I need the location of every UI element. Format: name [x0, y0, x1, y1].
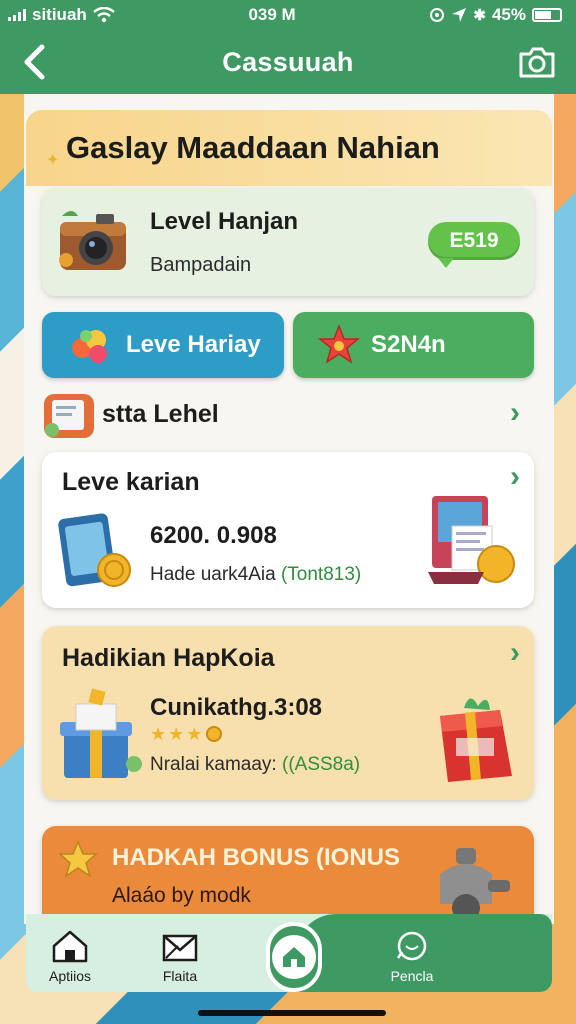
bluetooth-icon: ✱	[473, 7, 486, 24]
gift-cluster-icon	[72, 330, 107, 363]
status-time: 039 M	[248, 5, 296, 24]
back-button[interactable]	[14, 40, 54, 84]
mail-icon	[162, 934, 198, 962]
document-illustration-icon	[44, 394, 94, 438]
chevron-left-icon	[24, 44, 45, 80]
headline-title: Gaslay Maaddaan Nahian	[66, 130, 440, 165]
star-icon: ★	[150, 724, 167, 744]
rating-stars: ★ ★ ★	[150, 724, 223, 745]
stta-lehel-row[interactable]: stta Lehel ›	[42, 390, 534, 440]
tab-flaita-label: Flaita	[162, 968, 198, 984]
tab-home[interactable]	[266, 922, 322, 992]
level-subtitle: Bampadain	[150, 254, 252, 276]
leve-hariay-label: Leve Hariay	[126, 331, 261, 358]
hadikian-title: Hadikian HapKoia	[62, 644, 275, 672]
chevron-right-icon: ›	[510, 636, 520, 669]
tab-aptiios[interactable]: Aptiios	[30, 928, 110, 988]
bonus-title: HADKAH BONUS (IONUS	[112, 844, 400, 871]
star-icon	[58, 840, 98, 878]
signal-icon	[8, 9, 26, 21]
star-icon: ★	[168, 724, 185, 744]
carrier-label: sitiuah	[32, 5, 87, 24]
navigation-bar: Cassuuah	[0, 30, 576, 94]
hadikian-note: Nralai kamaay: ((ASS8a)	[150, 754, 360, 776]
star-icon: ★	[186, 724, 203, 744]
wifi-icon	[93, 7, 115, 23]
red-gift-icon	[440, 698, 512, 782]
battery-percent: 45%	[491, 5, 526, 24]
location-icon	[430, 8, 445, 22]
hadikian-note-text: Nralai kamaay:	[150, 754, 282, 775]
level-card[interactable]: Level Hanjan Bampadain E519	[42, 188, 534, 296]
tab-flaita[interactable]: Flaita	[140, 928, 220, 988]
leve-hariay-button[interactable]: Leve Hariay	[42, 312, 284, 378]
tab-pencla[interactable]: Pencla	[372, 928, 452, 988]
camera-illustration-icon	[59, 211, 126, 270]
battery-icon	[532, 8, 562, 22]
leve-karian-card[interactable]: Leve karian › 6200. 0.908 Hade uark4Aia …	[42, 452, 534, 608]
bonus-card[interactable]: HADKAH BONUS (IONUS Alaáo by modk	[42, 826, 534, 926]
home-icon	[283, 947, 305, 967]
leve-karian-title: Leve karian	[62, 468, 200, 496]
leve-karian-value: 6200. 0.908	[150, 522, 277, 549]
sparkle-icon: ✦	[46, 152, 60, 169]
tab-aptiios-label: Aptiios	[48, 968, 92, 984]
status-bar: sitiuah 039 M ✱ 45%	[0, 0, 576, 30]
camera-button[interactable]	[518, 44, 556, 80]
leve-karian-note-highlight: (Tont813)	[280, 564, 362, 585]
hadikian-card[interactable]: Hadikian HapKoia › Cunikathg.3:08 ★ ★ ★ Nr…	[42, 626, 534, 800]
laptop-documents-icon	[428, 496, 515, 584]
coin-icon	[206, 726, 223, 742]
star-badge-icon	[317, 324, 361, 364]
stta-lehel-label: stta Lehel	[102, 400, 219, 428]
leve-karian-note-text: Hade uark4Aia	[150, 564, 281, 585]
home-indicator	[198, 1010, 386, 1016]
hadikian-note-highlight: ((ASS8a)	[282, 754, 361, 775]
headline-banner: ✦ Gaslay Maaddaan Nahian	[26, 110, 552, 186]
leve-karian-note: Hade uark4Aia (Tont813)	[150, 564, 361, 586]
chat-refresh-icon	[396, 931, 427, 961]
tab-pencla-label: Pencla	[390, 968, 434, 984]
s2n4n-label: S2N4n	[371, 331, 446, 358]
page-title: Cassuuah	[222, 46, 354, 77]
level-title: Level Hanjan	[150, 208, 299, 235]
s2n4n-button[interactable]: S2N4n	[293, 312, 534, 378]
tablet-coin-icon	[58, 513, 131, 587]
house-icon	[52, 930, 88, 963]
level-badge: E519	[428, 222, 520, 268]
gift-box-icon	[60, 688, 142, 778]
hadikian-value: Cunikathg.3:08	[150, 694, 323, 721]
chevron-right-icon: ›	[510, 396, 520, 429]
camera-icon	[519, 47, 555, 78]
chevron-right-icon: ›	[510, 460, 520, 493]
navigation-arrow-icon	[452, 8, 467, 22]
bonus-subtitle: Alaáo by modk	[112, 884, 251, 907]
